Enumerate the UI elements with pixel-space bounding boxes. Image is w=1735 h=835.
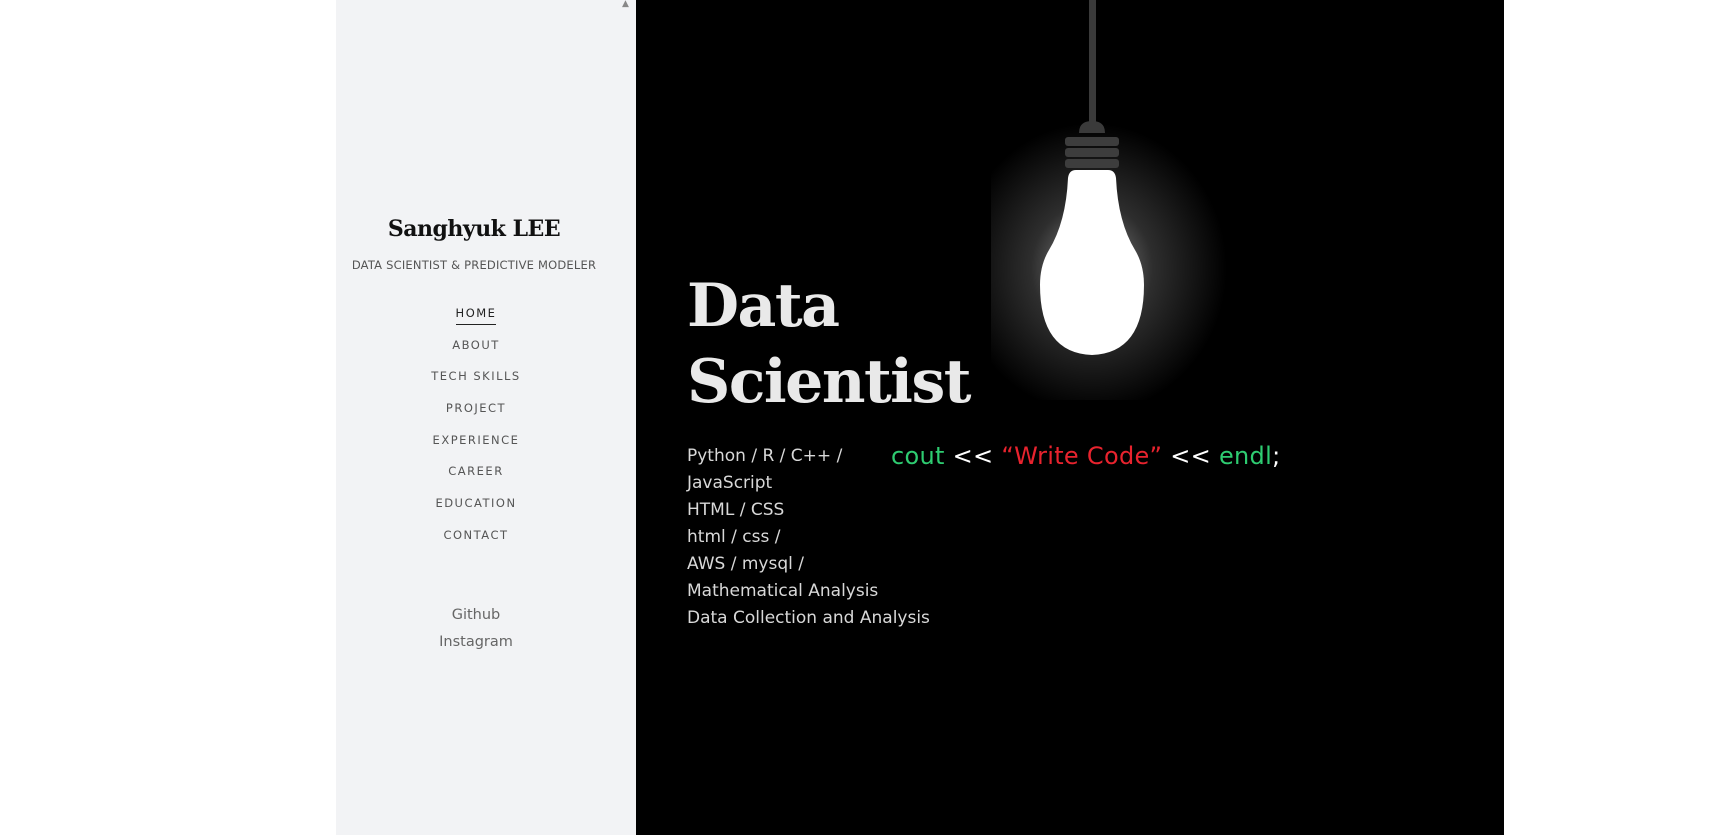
lightbulb-icon: [991, 0, 1227, 400]
hero-title-line-1: Data: [687, 271, 840, 341]
nav-about[interactable]: ABOUT: [452, 335, 500, 356]
github-link[interactable]: Github: [452, 607, 501, 623]
hero-title-line-2: Scientist: [687, 347, 971, 417]
code-semicolon: ;: [1272, 442, 1281, 470]
code-keyword-cout: cout: [891, 442, 945, 470]
skills-list: Python / R / C++ / JavaScript HTML / CSS…: [687, 443, 947, 632]
skill-item: Data Collection and Analysis: [687, 608, 930, 628]
page-frame: ▲ Sanghyuk LEE DATA SCIENTIST & PREDICTI…: [336, 0, 1504, 835]
code-snippet: cout << “Write Code” << endl;: [891, 442, 1280, 470]
main-nav: HOME ABOUT TECH SKILLS PROJECT EXPERIENC…: [336, 302, 616, 556]
skill-item: Mathematical Analysis: [687, 581, 879, 601]
site-owner-name[interactable]: Sanghyuk LEE: [336, 216, 612, 242]
code-keyword-endl: endl: [1218, 442, 1273, 470]
code-operator: <<: [944, 442, 1002, 470]
skill-item: AWS / mysql /: [687, 554, 804, 574]
nav-project[interactable]: PROJECT: [446, 398, 506, 419]
site-subtitle: DATA SCIENTIST & PREDICTIVE MODELER: [351, 258, 597, 272]
skill-item: html / css /: [687, 527, 781, 547]
code-string: “Write Code”: [1001, 442, 1163, 470]
skill-item: JavaScript: [687, 473, 773, 493]
skill-item: HTML / CSS: [687, 500, 785, 520]
nav-education[interactable]: EDUCATION: [435, 493, 516, 514]
nav-home[interactable]: HOME: [455, 303, 497, 325]
nav-tech-skills[interactable]: TECH SKILLS: [431, 366, 520, 387]
hero-section: Data Scientist Python / R / C++ / JavaSc…: [636, 0, 1504, 835]
nav-experience[interactable]: EXPERIENCE: [433, 430, 520, 451]
hero-title: Data Scientist: [687, 268, 1027, 420]
nav-contact[interactable]: CONTACT: [443, 525, 508, 546]
sidebar: ▲ Sanghyuk LEE DATA SCIENTIST & PREDICTI…: [336, 0, 636, 835]
instagram-link[interactable]: Instagram: [439, 634, 513, 650]
scroll-up-arrow-icon[interactable]: ▲: [622, 0, 629, 9]
social-links: Github Instagram: [336, 604, 616, 658]
nav-career[interactable]: CAREER: [448, 461, 503, 482]
code-operator: <<: [1162, 442, 1219, 470]
